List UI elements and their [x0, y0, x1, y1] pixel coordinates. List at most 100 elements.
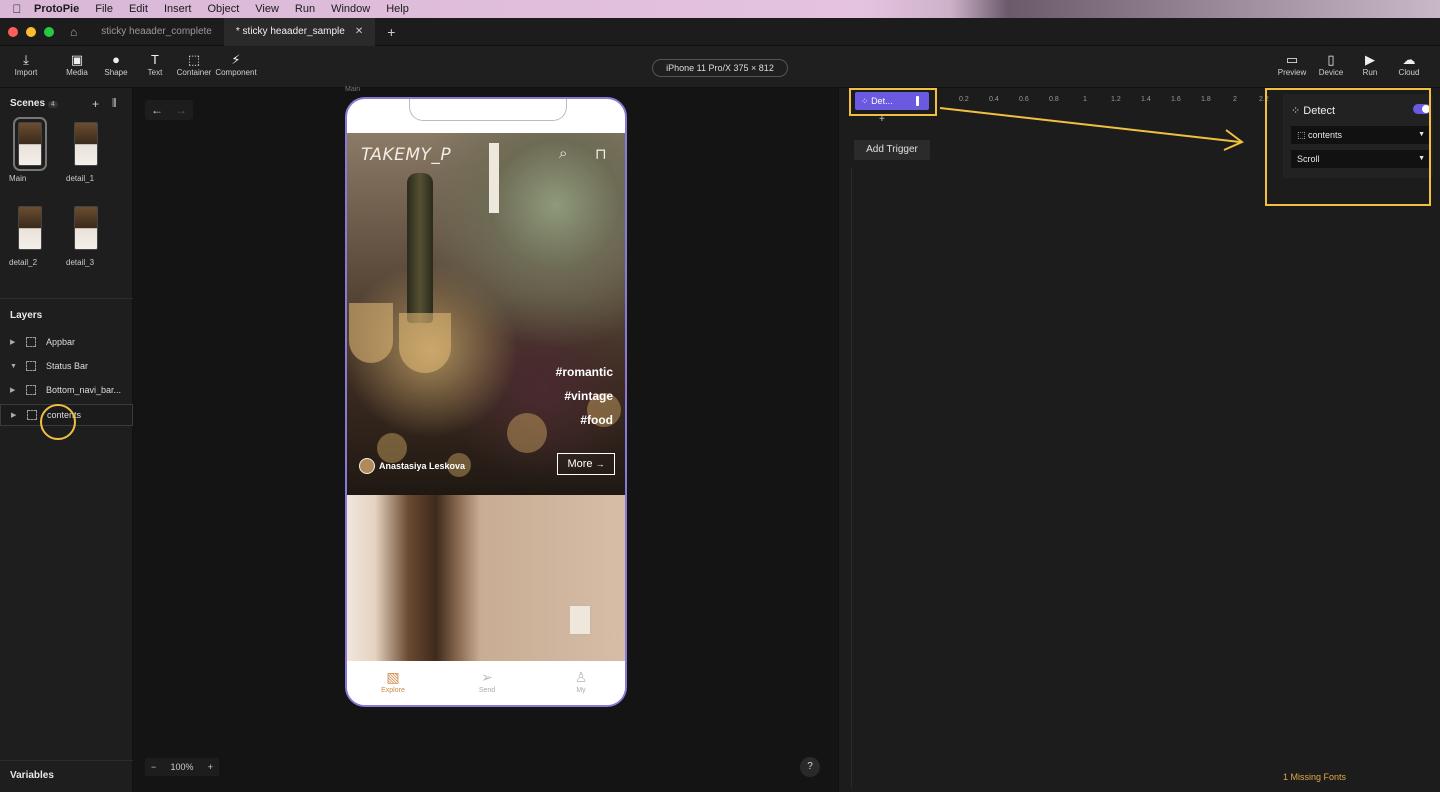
- wine-glass-graphic: [349, 303, 393, 363]
- zoom-window-button[interactable]: [44, 26, 54, 37]
- wine-bottle-graphic: [407, 173, 433, 323]
- help-button[interactable]: ?: [800, 757, 820, 777]
- device-selector[interactable]: iPhone 11 Pro/X 375 × 812: [652, 59, 788, 77]
- scene-thumb-detail-3[interactable]: detail_3: [60, 206, 110, 267]
- container-icon: [26, 361, 36, 371]
- collapse-icon[interactable]: ▼: [10, 363, 22, 370]
- author: Anastasiya Leskova: [359, 458, 465, 474]
- menu-edit[interactable]: Edit: [129, 3, 148, 15]
- tab-sticky-sample[interactable]: * sticky heaader_sample ✕: [223, 17, 376, 46]
- forward-arrow-icon[interactable]: →: [175, 103, 187, 117]
- shape-button[interactable]: ● Shape: [96, 52, 136, 77]
- send-icon: ➢: [481, 669, 493, 685]
- wine-glass-graphic: [399, 313, 451, 373]
- import-icon: ⤓: [23, 52, 29, 67]
- container-button[interactable]: ⬚ Container: [174, 52, 214, 77]
- hero-image[interactable]: TAKEMY_P ⌕ ⊓ #romantic #vintage #food An…: [347, 133, 625, 495]
- ruler-tick: 0.2: [959, 96, 969, 103]
- search-icon[interactable]: ⌕: [559, 145, 567, 162]
- ruler-tick: 2: [1233, 96, 1237, 103]
- ruler-tick: 1.6: [1171, 96, 1181, 103]
- shopping-bag-icon[interactable]: ⊓: [595, 145, 607, 163]
- canvas[interactable]: ← → Main TAKEMY_P ⌕ ⊓ #romantic #vintage…: [133, 86, 838, 792]
- apple-icon[interactable]: : [0, 2, 34, 16]
- hashtag: #romantic: [555, 365, 613, 379]
- zoom-in-button[interactable]: +: [208, 762, 213, 772]
- container-icon: [26, 385, 36, 395]
- preview-button[interactable]: ▭ Preview: [1272, 52, 1312, 77]
- cloud-button[interactable]: ☁ Cloud: [1389, 52, 1429, 77]
- nav-send[interactable]: ➢ Send: [467, 669, 507, 694]
- user-icon: ♙: [574, 669, 588, 685]
- layer-contents[interactable]: ▶ contents: [0, 404, 133, 426]
- run-button[interactable]: ▶ Run: [1350, 52, 1390, 77]
- app-name[interactable]: ProtoPie: [34, 3, 79, 15]
- tab-sticky-complete[interactable]: sticky heaader_complete: [89, 18, 224, 46]
- menu-run[interactable]: Run: [295, 3, 315, 15]
- text-button[interactable]: T Text: [135, 52, 175, 77]
- highlight-box: [849, 88, 937, 116]
- avatar: [359, 458, 375, 474]
- menu-view[interactable]: View: [255, 3, 279, 15]
- room-image[interactable]: [347, 495, 625, 661]
- zoom-out-button[interactable]: −: [151, 762, 156, 772]
- new-tab-icon[interactable]: +: [387, 24, 395, 40]
- toolbar: ⤓ Import ▣ Media ● Shape T Text ⬚ Container ⚡…: [0, 46, 1440, 88]
- scene-thumbnail: [13, 117, 47, 171]
- scene-thumb-main[interactable]: Main: [4, 117, 54, 183]
- add-scene-icon[interactable]: +: [92, 97, 99, 111]
- close-window-button[interactable]: [8, 26, 18, 37]
- layers-title: Layers: [10, 310, 43, 321]
- hashtag: #vintage: [564, 389, 613, 403]
- scene-thumb-detail-2[interactable]: detail_2: [4, 206, 54, 267]
- run-icon: ▶: [1365, 52, 1375, 67]
- text-icon: T: [151, 52, 159, 67]
- expand-icon[interactable]: ▶: [11, 411, 23, 419]
- add-response-button[interactable]: +: [879, 114, 885, 125]
- minimize-window-button[interactable]: [26, 26, 36, 37]
- scene-thumb-detail-1[interactable]: detail_1: [60, 122, 110, 183]
- bokeh-light: [507, 413, 547, 453]
- ruler-tick: 0.4: [989, 96, 999, 103]
- scene-label: Main: [345, 86, 361, 93]
- scene-options-icon[interactable]: ⫼: [112, 98, 117, 109]
- nav-my[interactable]: ♙ My: [561, 669, 601, 694]
- container-icon: ⬚: [187, 52, 201, 67]
- divider: [0, 298, 133, 299]
- import-button[interactable]: ⤓ Import: [6, 52, 46, 77]
- home-icon[interactable]: ⌂: [70, 25, 77, 39]
- shape-icon: ●: [112, 52, 120, 67]
- expand-icon[interactable]: ▶: [10, 338, 22, 346]
- arrow-right-icon: →: [595, 459, 605, 469]
- layer-appbar[interactable]: ▶ Appbar: [0, 332, 133, 352]
- ruler-tick: 0.8: [1049, 96, 1059, 103]
- menu-object[interactable]: Object: [207, 3, 239, 15]
- device-button[interactable]: ▯ Device: [1311, 52, 1351, 77]
- bottom-navigation: ▧ Explore ➢ Send ♙ My: [347, 661, 625, 705]
- back-arrow-icon[interactable]: ←: [151, 103, 163, 117]
- expand-icon[interactable]: ▶: [10, 386, 22, 394]
- variables-title[interactable]: Variables: [10, 770, 54, 781]
- ruler-tick: 0.6: [1019, 96, 1029, 103]
- zoom-level[interactable]: 100%: [170, 762, 193, 772]
- menu-window[interactable]: Window: [331, 3, 370, 15]
- phone-frame[interactable]: TAKEMY_P ⌕ ⊓ #romantic #vintage #food An…: [345, 97, 627, 707]
- nav-explore[interactable]: ▧ Explore: [373, 669, 413, 694]
- more-button[interactable]: More →: [557, 453, 615, 475]
- preview-icon: ▭: [1285, 52, 1299, 67]
- missing-fonts-warning[interactable]: 1 Missing Fonts: [1283, 772, 1346, 782]
- media-button[interactable]: ▣ Media: [57, 52, 97, 77]
- menu-help[interactable]: Help: [386, 3, 409, 15]
- device-notch: [409, 99, 567, 121]
- menu-insert[interactable]: Insert: [164, 3, 192, 15]
- menu-file[interactable]: File: [95, 3, 113, 15]
- add-trigger-button[interactable]: Add Trigger: [854, 140, 930, 160]
- timeline-ruler[interactable]: 0.2 0.4 0.6 0.8 1 1.2 1.4 1.6 1.8 2 2.2: [959, 96, 1269, 108]
- history-arrows: ← →: [145, 100, 193, 120]
- scene-thumbnail: [74, 122, 98, 166]
- close-tab-icon[interactable]: ✕: [355, 26, 363, 37]
- layer-status-bar[interactable]: ▼ Status Bar: [0, 356, 133, 376]
- component-button[interactable]: ⚡ Component: [214, 52, 258, 77]
- hashtag: #food: [580, 413, 613, 427]
- layer-bottom-navi-bar[interactable]: ▶ Bottom_navi_bar...: [0, 380, 133, 400]
